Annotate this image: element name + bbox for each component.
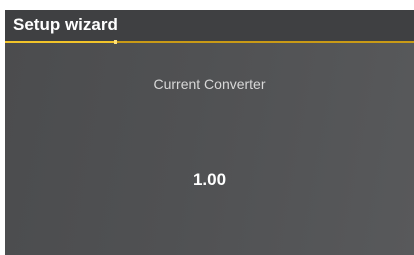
setting-label: Current Converter — [153, 76, 266, 92]
page-title: Setup wizard — [13, 15, 118, 34]
wizard-progress-fill — [5, 41, 115, 43]
wizard-progress-bar — [5, 40, 414, 44]
title-bar: Setup wizard — [5, 10, 414, 41]
device-screen: Setup wizard Current Converter 1.00 — [5, 10, 414, 255]
wizard-progress-marker — [114, 40, 117, 44]
setting-value[interactable]: 1.00 — [5, 170, 414, 190]
